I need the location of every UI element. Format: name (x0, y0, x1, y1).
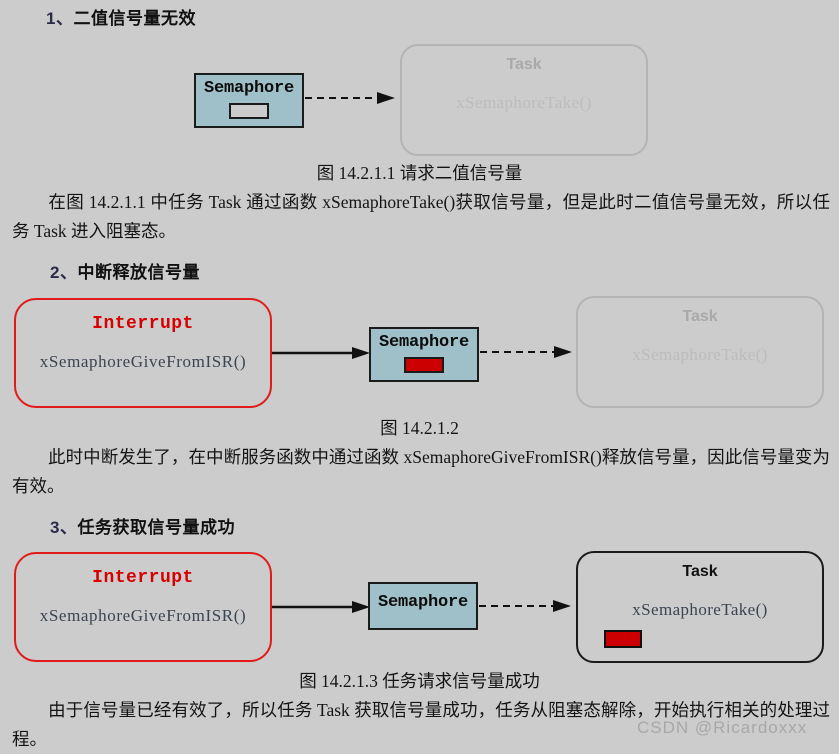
interrupt-box-3: Interrupt xSemaphoreGiveFromISR() (14, 552, 272, 662)
figure-caption-1: 图 14.2.1.1 请求二值信号量 (316, 163, 523, 183)
interrupt-title-3: Interrupt (92, 568, 194, 588)
figure-caption-2: 图 14.2.1.2 (380, 418, 459, 438)
figure-caption-3: 图 14.2.1.3 任务请求信号量成功 (299, 671, 540, 691)
arrow-interrupt-to-semaphore-2 (272, 347, 370, 359)
task-title-2: Task (682, 308, 718, 325)
paragraph-2: 此时中断发生了，在中断服务函数中通过函数 xSemaphoreGiveFromI… (12, 443, 830, 501)
watermark: CSDN @Ricardoxxx (637, 718, 808, 737)
task-title-1: Task (506, 56, 542, 73)
arrow-semaphore-to-task-3 (479, 600, 571, 612)
task-function-1: xSemaphoreTake() (456, 93, 592, 112)
arrow-semaphore-to-task-2 (480, 346, 572, 358)
semaphore-box-2: Semaphore (369, 327, 479, 382)
document-page: 1、二值信号量无效 Semaphore Task xSemaphoreTake(… (0, 0, 839, 754)
semaphore-label-1: Semaphore (203, 79, 294, 98)
interrupt-function-3: xSemaphoreGiveFromISR() (39, 606, 247, 625)
section-title-2: 中断释放信号量 (77, 263, 200, 282)
task-function-3: xSemaphoreTake() (632, 600, 768, 619)
semaphore-slot-1 (229, 102, 269, 119)
task-box-1: Task xSemaphoreTake() (400, 44, 648, 156)
section-title-1: 二值信号量无效 (73, 9, 196, 28)
section-title-3: 任务获取信号量成功 (77, 518, 235, 537)
interrupt-title-2: Interrupt (92, 314, 194, 334)
semaphore-slot-2 (404, 356, 444, 373)
arrow-interrupt-to-semaphore-3 (272, 601, 370, 613)
arrow-semaphore-to-task-1 (305, 92, 395, 104)
interrupt-box-2: Interrupt xSemaphoreGiveFromISR() (14, 298, 272, 408)
task-box-2: Task xSemaphoreTake() (576, 296, 824, 408)
semaphore-label-3: Semaphore (377, 593, 468, 612)
section-heading-2: 2、中断释放信号量 (50, 258, 200, 283)
section-number-3: 3、 (50, 518, 78, 537)
section-heading-3: 3、任务获取信号量成功 (50, 513, 235, 538)
paragraph-1: 在图 14.2.1.1 中任务 Task 通过函数 xSemaphoreTake… (12, 188, 830, 246)
semaphore-label-2: Semaphore (378, 333, 469, 352)
semaphore-box-1: Semaphore (194, 73, 304, 128)
interrupt-function-2: xSemaphoreGiveFromISR() (39, 352, 247, 371)
section-number-1: 1、 (46, 9, 74, 28)
paragraph-text-2: 此时中断发生了，在中断服务函数中通过函数 xSemaphoreGiveFromI… (12, 447, 830, 496)
task-slot-3 (604, 630, 642, 648)
task-title-3: Task (682, 563, 718, 580)
section-heading-1: 1、二值信号量无效 (46, 4, 196, 29)
semaphore-box-3: Semaphore (368, 582, 478, 630)
section-number-2: 2、 (50, 263, 78, 282)
task-function-2: xSemaphoreTake() (632, 345, 768, 364)
task-box-3: Task xSemaphoreTake() (576, 551, 824, 663)
paragraph-text-1: 在图 14.2.1.1 中任务 Task 通过函数 xSemaphoreTake… (12, 192, 830, 241)
